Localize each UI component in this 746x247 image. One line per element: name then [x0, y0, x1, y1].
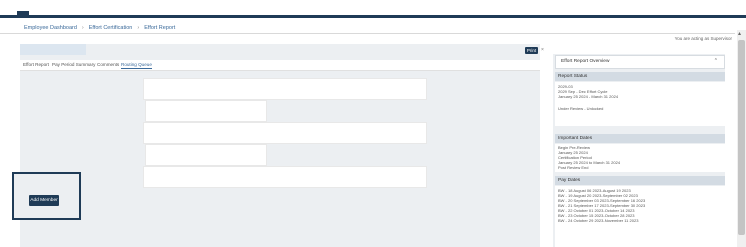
pay-dates-heading: Pay Dates: [555, 176, 725, 185]
routing-panel-2: [145, 100, 267, 122]
overview-title: Effort Report Overview: [561, 59, 610, 64]
tab-bar: Effort Report Pay Period Summary Comment…: [20, 60, 540, 71]
routing-panel-1: [143, 78, 427, 100]
print-button[interactable]: Print: [525, 47, 538, 54]
tab-comments[interactable]: Comments: [97, 62, 119, 67]
overview-header[interactable]: Effort Report Overview ⌃: [555, 55, 725, 69]
breadcrumb: Employee Dashboard › Effort Certification ›…: [24, 25, 175, 31]
acting-as-text: You are acting as Supervisor: [674, 36, 732, 41]
main-content-area: [20, 44, 540, 247]
close-icon[interactable]: ×: [541, 47, 544, 54]
add-member-button[interactable]: Add Member: [29, 195, 59, 206]
routing-panel-4: [145, 144, 267, 166]
report-status-line: Under Review - Unlocked: [558, 106, 604, 111]
pay-dates-body: BW - 18 August 06 2023-August 19 2023 BW…: [555, 186, 725, 247]
breadcrumb-separator: ›: [81, 25, 84, 31]
breadcrumb-effort-report[interactable]: Effort Report: [144, 25, 175, 31]
tab-routing-queue[interactable]: Routing Queue: [121, 62, 152, 69]
important-dates-heading: Important Dates: [555, 134, 725, 143]
important-dates-body: Begin Pre-Review January 25 2024 Certifi…: [555, 144, 725, 172]
breadcrumb-employee-dashboard[interactable]: Employee Dashboard: [24, 25, 77, 31]
routing-panel-5: [143, 166, 427, 188]
routing-panel-3: [143, 122, 427, 144]
chevron-up-icon[interactable]: ⌃: [714, 58, 718, 64]
breadcrumb-divider: [0, 33, 735, 34]
pay-date-line: BW - 24 October 29 2023-November 11 2023: [558, 218, 639, 223]
report-status-line: January 25 2024 - March 31 2024: [558, 94, 619, 99]
tab-effort-report[interactable]: Effort Report: [23, 62, 49, 67]
important-date-line: Post Review End: [558, 165, 589, 170]
report-status-body: 2029-03 2029 Sep - Dec Effort Cycle Janu…: [555, 82, 725, 126]
breadcrumb-separator: ›: [137, 25, 140, 31]
breadcrumb-effort-certification[interactable]: Effort Certification: [89, 25, 133, 31]
top-bar-border: [0, 15, 746, 18]
scrollbar-thumb[interactable]: [738, 40, 745, 235]
report-title-bar: [20, 44, 86, 55]
scroll-up-icon[interactable]: ▴: [738, 30, 741, 37]
tab-pay-period-summary[interactable]: Pay Period Summary: [52, 62, 95, 67]
report-status-heading: Report Status: [555, 72, 725, 81]
